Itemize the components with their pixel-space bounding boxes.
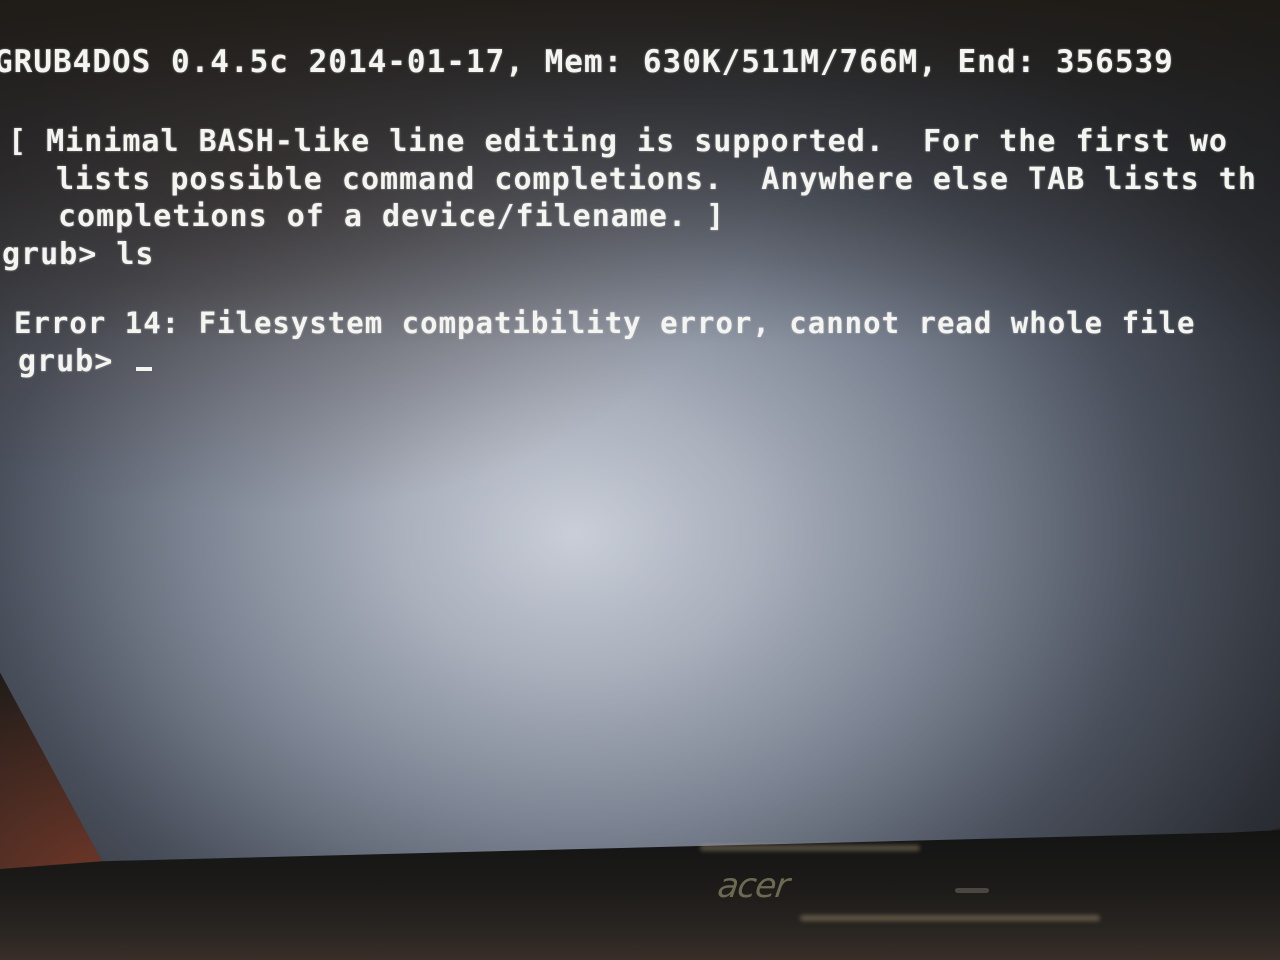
- command-line-2[interactable]: grub>: [18, 344, 153, 379]
- grub-console: GRUB4DOS 0.4.5c 2014-01-17, Mem: 630K/51…: [0, 0, 1280, 379]
- power-indicator-icon: [955, 888, 989, 893]
- command-text: ls: [116, 237, 155, 272]
- bezel-glare: [700, 845, 920, 851]
- help-text-line-2: lists possible command completions. Anyw…: [56, 162, 1257, 197]
- help-text-line-1: [ Minimal BASH-like line editing is supp…: [8, 124, 1228, 159]
- acer-logo: acer: [715, 866, 792, 906]
- grub-version-header: GRUB4DOS 0.4.5c 2014-01-17, Mem: 630K/51…: [0, 44, 1174, 80]
- prompt: grub>: [2, 237, 98, 272]
- command-line-1: grub> ls: [2, 237, 155, 272]
- prompt: grub>: [18, 344, 114, 379]
- help-text-line-3: completions of a device/filename. ]: [58, 199, 726, 234]
- error-message: Error 14: Filesystem compatibility error…: [14, 306, 1196, 340]
- laptop-screen: GRUB4DOS 0.4.5c 2014-01-17, Mem: 630K/51…: [0, 0, 1280, 862]
- text-cursor: [136, 367, 153, 371]
- bezel-glare: [800, 915, 1100, 921]
